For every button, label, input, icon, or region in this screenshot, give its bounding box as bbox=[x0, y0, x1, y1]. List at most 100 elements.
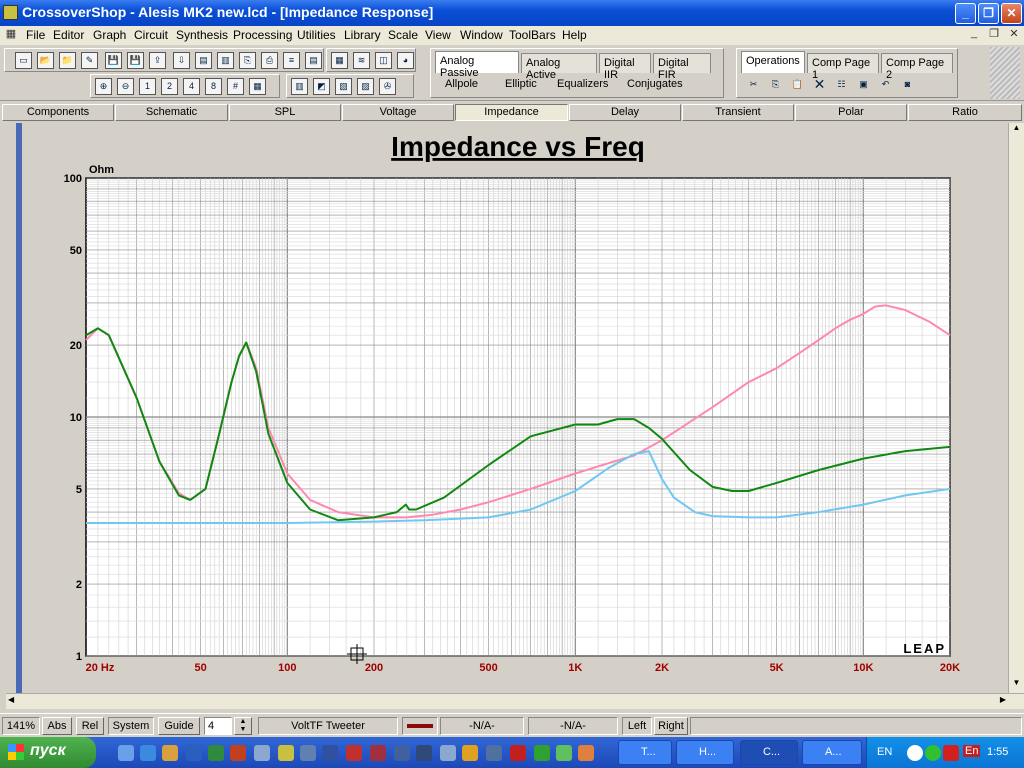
tab-transient[interactable]: Transient bbox=[682, 104, 794, 121]
quicklaunch-cloud-icon[interactable] bbox=[254, 745, 270, 761]
report-icon[interactable]: ▥ bbox=[217, 52, 234, 69]
scroll-up-icon[interactable]: ▲ bbox=[1009, 123, 1024, 138]
tab-analog-active[interactable]: Analog Active bbox=[521, 53, 597, 81]
tab-polar[interactable]: Polar bbox=[795, 104, 907, 121]
print-icon[interactable]: ⎙ bbox=[261, 52, 278, 69]
tray-arrow-icon[interactable] bbox=[907, 745, 923, 761]
quicklaunch-cherry-icon[interactable] bbox=[346, 745, 362, 761]
conjugates-button[interactable]: Conjugates bbox=[627, 78, 683, 90]
task-button-2[interactable]: H... bbox=[676, 740, 734, 765]
export-icon[interactable]: ⇪ bbox=[149, 52, 166, 69]
snapshot-icon[interactable]: ◙ bbox=[899, 77, 916, 94]
menu-processing[interactable]: Processing bbox=[233, 28, 292, 42]
menu-file[interactable]: File bbox=[26, 28, 45, 42]
open-recent-icon[interactable]: 📁 bbox=[59, 52, 76, 69]
allpole-button[interactable]: Allpole bbox=[445, 78, 478, 90]
quicklaunch-pen-icon[interactable] bbox=[322, 745, 338, 761]
abs-button[interactable]: Abs bbox=[42, 717, 72, 735]
language-indicator[interactable]: EN bbox=[877, 746, 892, 758]
system-button[interactable]: System bbox=[108, 717, 154, 735]
impedance-chart[interactable]: Impedance vs Freq Ohm 100 50 20 10 5 2 1 20 Hz… bbox=[6, 123, 1008, 693]
quicklaunch-camera-icon[interactable] bbox=[486, 745, 502, 761]
zoom-4x-icon[interactable]: 4 bbox=[183, 78, 200, 95]
save-icon[interactable]: 💾 bbox=[105, 52, 122, 69]
keyboard-layout[interactable]: En bbox=[963, 745, 981, 757]
close-button[interactable]: ✕ bbox=[1001, 3, 1022, 24]
menu-utilities[interactable]: Utilities bbox=[297, 28, 336, 42]
tab-comp-page-2[interactable]: Comp Page 2 bbox=[881, 53, 953, 81]
app-icon[interactable] bbox=[3, 5, 18, 20]
quicklaunch-ares-icon[interactable] bbox=[370, 745, 386, 761]
menu-help[interactable]: Help bbox=[562, 28, 587, 42]
right-button[interactable]: Right bbox=[654, 717, 688, 735]
copy-icon[interactable]: ⎘ bbox=[767, 77, 784, 94]
undo-icon[interactable]: ↶ bbox=[877, 77, 894, 94]
quicklaunch-tool-icon[interactable] bbox=[300, 745, 316, 761]
copy-graph-icon[interactable]: ⎘ bbox=[239, 52, 256, 69]
mdi-minimize-icon[interactable]: _ bbox=[966, 27, 982, 42]
scroll-down-icon[interactable]: ▼ bbox=[1009, 678, 1024, 693]
quicklaunch-chrome-icon[interactable] bbox=[462, 745, 478, 761]
elliptic-button[interactable]: Elliptic bbox=[505, 78, 537, 90]
quicklaunch-red-icon[interactable] bbox=[510, 745, 526, 761]
menu-graph[interactable]: Graph bbox=[93, 28, 126, 42]
new-file-icon[interactable]: ▭ bbox=[15, 52, 32, 69]
paste-icon[interactable]: 📋 bbox=[789, 77, 806, 94]
quicklaunch-word-icon[interactable] bbox=[186, 745, 202, 761]
mdi-restore-icon[interactable]: ❐ bbox=[986, 27, 1002, 42]
guide-button[interactable]: Guide bbox=[158, 717, 200, 735]
guide-spinner[interactable]: ▲ ▼ bbox=[234, 717, 252, 735]
graph-c-icon[interactable]: ◫ bbox=[375, 52, 392, 69]
quicklaunch-ie-icon[interactable] bbox=[140, 745, 156, 761]
zoom-out-icon[interactable]: ⊖ bbox=[117, 78, 134, 95]
task-button-1[interactable]: T... bbox=[618, 740, 672, 765]
zoom-1x-icon[interactable]: 1 bbox=[139, 78, 156, 95]
rel-button[interactable]: Rel bbox=[76, 717, 104, 735]
tab-delay[interactable]: Delay bbox=[569, 104, 681, 121]
task-button-4[interactable]: A... bbox=[802, 740, 862, 765]
guide-value-input[interactable]: 4 bbox=[204, 717, 232, 735]
scroll-left-icon[interactable]: ◀ bbox=[8, 695, 14, 704]
graph-a-icon[interactable]: ▦ bbox=[331, 52, 348, 69]
task-button-3[interactable]: C... bbox=[740, 740, 798, 765]
menu-synthesis[interactable]: Synthesis bbox=[176, 28, 228, 42]
menu-view[interactable]: View bbox=[425, 28, 451, 42]
notes-icon[interactable]: ≡ bbox=[283, 52, 300, 69]
quicklaunch-ps-icon[interactable] bbox=[416, 745, 432, 761]
quicklaunch-speaker-icon[interactable] bbox=[278, 745, 294, 761]
maximize-button[interactable]: ❐ bbox=[978, 3, 999, 24]
chart-b-icon[interactable]: ◩ bbox=[313, 78, 330, 95]
grid-fine-icon[interactable]: ▦ bbox=[249, 78, 266, 95]
menu-toolbars[interactable]: ToolBars bbox=[509, 28, 556, 42]
import-icon[interactable]: ⇩ bbox=[173, 52, 190, 69]
vertical-scrollbar[interactable]: ▲ ▼ bbox=[1008, 123, 1024, 693]
chart-d-icon[interactable]: ▨ bbox=[357, 78, 374, 95]
tab-analog-passive[interactable]: Analog Passive bbox=[435, 51, 519, 79]
quicklaunch-isis-icon[interactable] bbox=[394, 745, 410, 761]
quicklaunch-app-icon[interactable] bbox=[230, 745, 246, 761]
tab-comp-page-1[interactable]: Comp Page 1 bbox=[807, 53, 879, 81]
palette-icon[interactable]: ◕ bbox=[397, 52, 414, 69]
menu-circuit[interactable]: Circuit bbox=[134, 28, 168, 42]
tab-digital-fir[interactable]: Digital FIR bbox=[653, 53, 711, 81]
equalizers-button[interactable]: Equalizers bbox=[557, 78, 608, 90]
zoom-2x-icon[interactable]: 2 bbox=[161, 78, 178, 95]
tray-green-icon[interactable] bbox=[925, 745, 941, 761]
graph-b-icon[interactable]: ≋ bbox=[353, 52, 370, 69]
quicklaunch-desktop-icon[interactable] bbox=[118, 745, 134, 761]
tab-digital-iir[interactable]: Digital IIR bbox=[599, 53, 651, 81]
mdi-close-icon[interactable]: ✕ bbox=[1006, 27, 1022, 42]
minimize-button[interactable]: _ bbox=[955, 3, 976, 24]
zoom-in-icon[interactable]: ⊕ bbox=[95, 78, 112, 95]
tab-schematic[interactable]: Schematic bbox=[115, 104, 228, 121]
start-button[interactable]: пуск bbox=[0, 737, 96, 768]
tab-impedance[interactable]: Impedance bbox=[455, 104, 568, 121]
tray-antivirus-icon[interactable] bbox=[943, 745, 959, 761]
scroll-right-icon[interactable]: ▶ bbox=[1000, 695, 1006, 704]
cut-icon[interactable]: ✂ bbox=[745, 77, 762, 94]
menu-scale[interactable]: Scale bbox=[388, 28, 418, 42]
open-folder-icon[interactable]: 📂 bbox=[37, 52, 54, 69]
tab-ratio[interactable]: Ratio bbox=[908, 104, 1022, 121]
list-icon[interactable]: ☷ bbox=[833, 77, 850, 94]
menu-library[interactable]: Library bbox=[344, 28, 381, 42]
